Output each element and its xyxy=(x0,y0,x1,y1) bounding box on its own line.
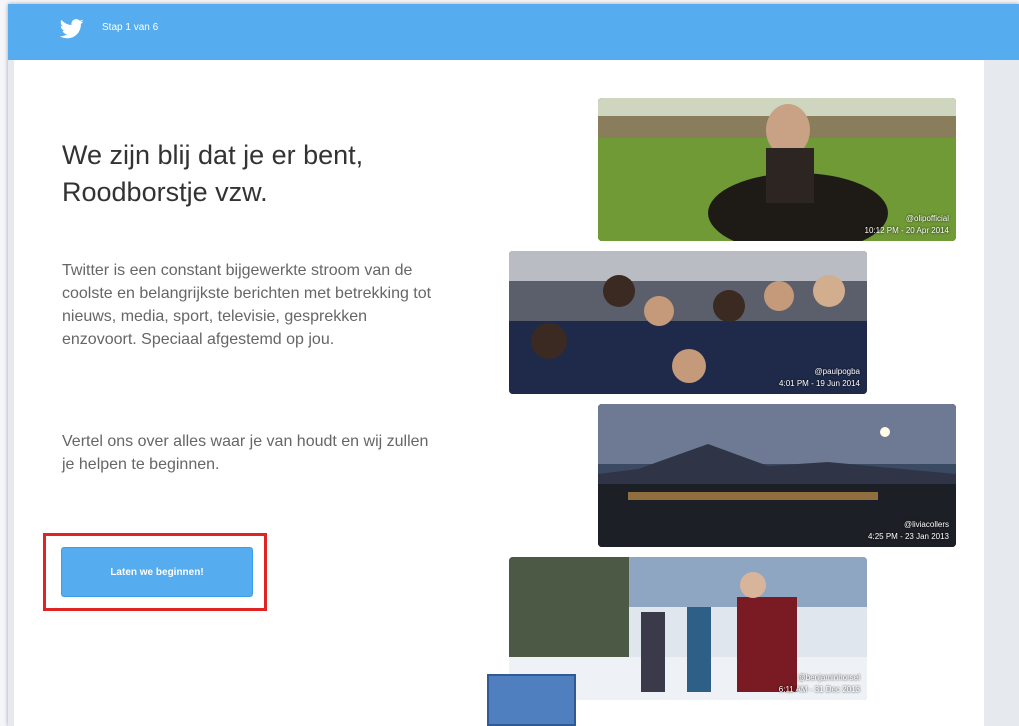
photo-handle: @liviacollers xyxy=(903,520,949,529)
photo-timestamp: 6:11 AM - 31 Dec 2013 xyxy=(778,685,860,694)
twitter-bird-icon xyxy=(60,19,84,39)
photo-card: @liviacollers 4:25 PM - 23 Jan 2013 xyxy=(598,404,956,547)
overlay-block xyxy=(487,674,576,726)
intro-text: Twitter is een constant bijgewerkte stro… xyxy=(62,262,432,348)
intro-text-secondary: Vertel ons over alles waar je van houdt … xyxy=(62,433,429,473)
step-indicator: Stap 1 van 6 xyxy=(102,22,159,33)
get-started-button[interactable]: Laten we beginnen! xyxy=(61,547,253,597)
photo-handle: @paulpogba xyxy=(814,367,861,376)
photo-timestamp: 4:01 PM - 19 Jun 2014 xyxy=(779,379,860,388)
photo-handle: @benjaminhorsel xyxy=(797,673,860,682)
photo-handle: @olipofficial xyxy=(905,214,949,223)
top-bar: Stap 1 van 6 xyxy=(8,4,1019,60)
page-title: We zijn blij dat je er bent, Roodborstje… xyxy=(62,140,364,207)
photo-timestamp: 10:12 PM - 20 Apr 2014 xyxy=(864,226,950,235)
photo-card: @olipofficial 10:12 PM - 20 Apr 2014 xyxy=(598,98,956,241)
photo-card: @paulpogba 4:01 PM - 19 Jun 2014 xyxy=(509,251,867,394)
photo-timestamp: 4:25 PM - 23 Jan 2013 xyxy=(868,532,949,541)
